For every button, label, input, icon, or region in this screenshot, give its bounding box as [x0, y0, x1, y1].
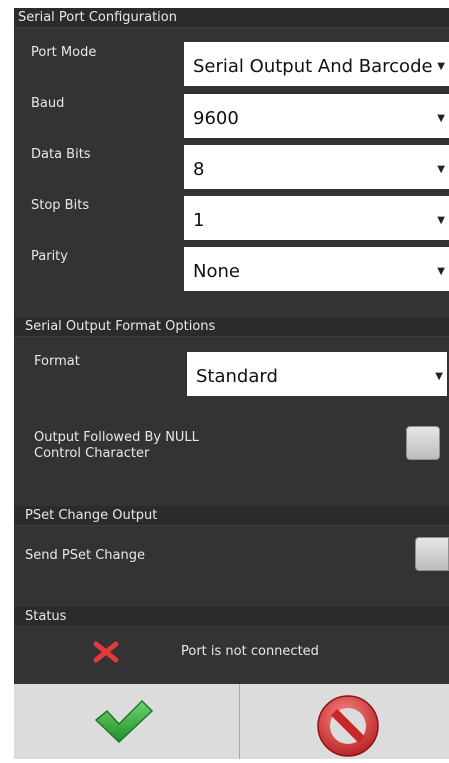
red-x-icon [92, 641, 120, 663]
dropdown-arrow-icon: ▼ [434, 266, 445, 277]
null-char-label-line2: Control Character [34, 446, 150, 461]
data-bits-label: Data Bits [31, 147, 91, 162]
baud-select[interactable]: 9600 ▼ [184, 94, 449, 138]
section-title: Serial Port Configuration [14, 8, 183, 27]
dropdown-arrow-icon: ▼ [434, 164, 445, 175]
section-header-pset: PSet Change Output [14, 506, 449, 526]
null-char-checkbox[interactable] [406, 426, 440, 460]
section-header-serial-port: Serial Port Configuration [14, 8, 449, 28]
null-char-label-line1: Output Followed By NULL [34, 430, 199, 445]
dropdown-arrow-icon: ▼ [434, 113, 445, 124]
null-char-label: Output Followed By NULL Control Characte… [34, 430, 199, 462]
baud-label: Baud [31, 96, 65, 111]
stop-bits-select[interactable]: 1 ▼ [184, 196, 449, 240]
parity-label: Parity [31, 249, 68, 264]
send-pset-label: Send PSet Change [25, 548, 145, 563]
section-header-output-format: Serial Output Format Options [14, 317, 449, 337]
data-bits-select[interactable]: 8 ▼ [184, 145, 449, 189]
red-no-entry-icon [317, 695, 379, 757]
format-select[interactable]: Standard ▼ [187, 352, 447, 396]
section-title: Status [14, 607, 73, 626]
section-title: PSet Change Output [14, 506, 164, 525]
stop-bits-value: 1 [193, 210, 205, 231]
cancel-button[interactable] [240, 684, 449, 759]
dropdown-arrow-icon: ▼ [432, 371, 443, 382]
format-label: Format [34, 354, 80, 369]
status-message: Port is not connected [181, 644, 319, 659]
send-pset-checkbox[interactable] [415, 537, 449, 571]
parity-value: None [193, 261, 240, 282]
port-mode-label: Port Mode [31, 45, 97, 60]
port-mode-value: Serial Output And Barcode [193, 56, 433, 77]
green-checkmark-icon [94, 699, 154, 744]
port-mode-select[interactable]: Serial Output And Barcode ▼ [184, 42, 449, 86]
baud-value: 9600 [193, 108, 239, 129]
ok-button[interactable] [14, 684, 239, 759]
section-header-status: Status [14, 607, 449, 627]
parity-select[interactable]: None ▼ [184, 247, 449, 291]
dropdown-arrow-icon: ▼ [434, 61, 445, 72]
stop-bits-label: Stop Bits [31, 198, 90, 213]
data-bits-value: 8 [193, 159, 205, 180]
format-value: Standard [196, 366, 278, 387]
dropdown-arrow-icon: ▼ [434, 215, 445, 226]
section-title: Serial Output Format Options [14, 317, 222, 336]
